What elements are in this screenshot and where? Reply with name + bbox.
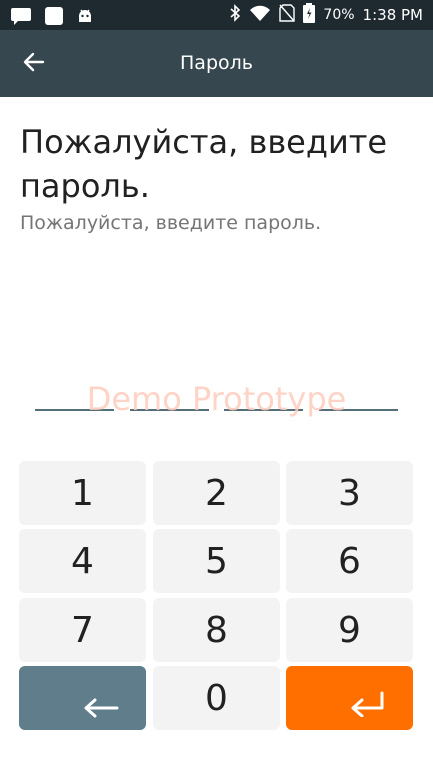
key-5[interactable]: 5 bbox=[153, 529, 280, 593]
backspace-arrow-icon bbox=[83, 686, 119, 727]
bluetooth-icon bbox=[229, 4, 241, 26]
message-icon bbox=[10, 7, 32, 29]
no-sim-icon bbox=[279, 4, 296, 26]
key-8[interactable]: 8 bbox=[153, 598, 280, 662]
wifi-icon bbox=[249, 4, 271, 26]
battery-icon bbox=[303, 3, 316, 27]
key-2[interactable]: 2 bbox=[153, 461, 280, 525]
page-title: Пароль bbox=[180, 52, 253, 74]
status-left bbox=[10, 6, 94, 30]
square-icon bbox=[44, 6, 64, 30]
key-1[interactable]: 1 bbox=[19, 461, 146, 525]
backspace-button[interactable] bbox=[19, 666, 146, 730]
key-9[interactable]: 9 bbox=[286, 598, 413, 662]
pin-slot bbox=[130, 409, 209, 411]
status-right: 70% 1:38 PM bbox=[229, 0, 423, 30]
pin-slot bbox=[319, 409, 398, 411]
heading: Пожалуйста, введите пароль. bbox=[20, 123, 388, 205]
status-time: 1:38 PM bbox=[362, 6, 423, 24]
enter-button[interactable] bbox=[286, 666, 413, 730]
battery-percent: 70% bbox=[323, 7, 355, 23]
key-0[interactable]: 0 bbox=[153, 666, 280, 730]
key-7[interactable]: 7 bbox=[19, 598, 146, 662]
key-4[interactable]: 4 bbox=[19, 529, 146, 593]
pin-slot bbox=[224, 409, 303, 411]
status-bar: 70% 1:38 PM bbox=[0, 0, 433, 30]
key-6[interactable]: 6 bbox=[286, 529, 413, 593]
enter-icon bbox=[349, 685, 387, 726]
android-icon bbox=[76, 7, 94, 29]
app-bar: Пароль bbox=[0, 30, 433, 97]
pin-slot bbox=[35, 409, 114, 411]
watermark: Demo Prototype bbox=[86, 380, 347, 418]
key-3[interactable]: 3 bbox=[286, 461, 413, 525]
subheading: Пожалуйста, введите пароль. bbox=[20, 212, 322, 234]
